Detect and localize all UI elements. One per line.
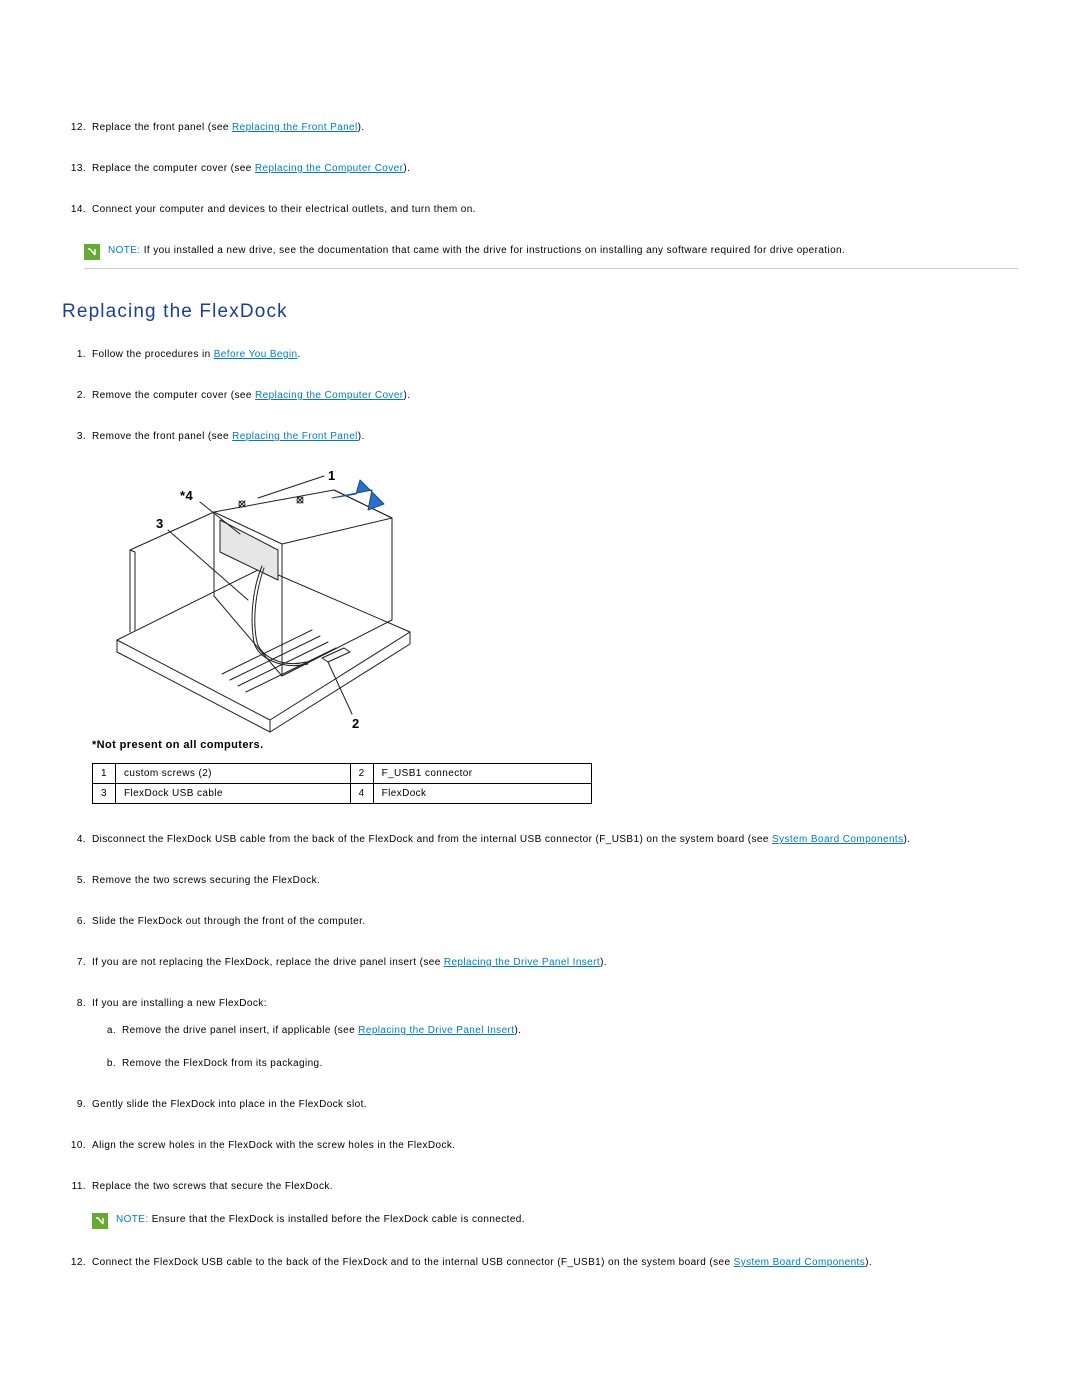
link-replacing-front-panel[interactable]: Replacing the Front Panel [232,122,358,133]
step-number: 4. [62,832,86,847]
step-10: 10. Align the screw holes in the FlexDoc… [62,1138,1018,1153]
step-2: 2. Remove the computer cover (see Replac… [62,388,1018,403]
note-text: NOTE: If you installed a new drive, see … [108,243,845,258]
table-row: 3 FlexDock USB cable 4 FlexDock [93,784,592,804]
step-number: 10. [62,1138,86,1153]
steps-a-list: 1. Follow the procedures in Before You B… [62,347,1018,444]
step-number: 11. [62,1179,86,1194]
substep-text: Remove the FlexDock from its packaging. [122,1058,323,1069]
note-icon [92,1213,108,1229]
section-title: Replacing the FlexDock [62,301,1018,323]
step-number: 14. [62,202,86,217]
document-page: 12. Replace the front panel (see Replaci… [0,0,1080,1397]
step-number: 9. [62,1097,86,1112]
step-text: Replace the computer cover (see Replacin… [92,163,410,174]
step-number: 12. [62,120,86,135]
substep-letter: a. [92,1023,116,1038]
step-8: 8. If you are installing a new FlexDock:… [62,996,1018,1071]
cell-label: FlexDock [373,784,591,804]
link-system-board-components[interactable]: System Board Components [734,1257,865,1268]
cell-num: 3 [93,784,116,804]
step-number: 8. [62,996,86,1011]
step-text: If you are installing a new FlexDock: [92,998,267,1009]
diagram-svg: 1 2 3 *4 [92,470,432,735]
link-replacing-computer-cover[interactable]: Replacing the Computer Cover [255,390,404,401]
note-text: NOTE: Ensure that the FlexDock is instal… [116,1212,525,1227]
svg-text:2: 2 [352,716,360,731]
substep-text: Remove the drive panel insert, if applic… [122,1025,521,1036]
steps-b-list: 4. Disconnect the FlexDock USB cable fro… [62,832,1018,1270]
step-text: Slide the FlexDock out through the front… [92,916,366,927]
step-6: 6. Slide the FlexDock out through the fr… [62,914,1018,929]
svg-text:*4: *4 [180,488,193,503]
step-number: 5. [62,873,86,888]
step-4: 4. Disconnect the FlexDock USB cable fro… [62,832,1018,847]
svg-text:1: 1 [328,470,336,483]
step-text: Remove the front panel (see Replacing th… [92,431,365,442]
step-text: Remove the computer cover (see Replacing… [92,390,410,401]
svg-text:3: 3 [156,516,164,531]
step-number: 6. [62,914,86,929]
step-9: 9. Gently slide the FlexDock into place … [62,1097,1018,1112]
step-number: 2. [62,388,86,403]
substeps-list: a. Remove the drive panel insert, if app… [92,1023,1018,1071]
step-text: Align the screw holes in the FlexDock wi… [92,1140,455,1151]
cell-label: F_USB1 connector [373,764,591,784]
step-number: 12. [62,1255,86,1270]
table-row: 1 custom screws (2) 2 F_USB1 connector [93,764,592,784]
step-14: 14. Connect your computer and devices to… [62,202,1018,217]
step-text: Disconnect the FlexDock USB cable from t… [92,834,910,845]
note-block-2: NOTE: Ensure that the FlexDock is instal… [92,1212,1018,1229]
step-7: 7. If you are not replacing the FlexDock… [62,955,1018,970]
step-1: 1. Follow the procedures in Before You B… [62,347,1018,362]
step-12: 12. Replace the front panel (see Replaci… [62,120,1018,135]
step-text: Replace the front panel (see Replacing t… [92,122,365,133]
step-number: 3. [62,429,86,444]
step-13: 13. Replace the computer cover (see Repl… [62,161,1018,176]
step-text: Connect the FlexDock USB cable to the ba… [92,1257,872,1268]
step-number: 1. [62,347,86,362]
link-system-board-components[interactable]: System Board Components [772,834,903,845]
step-text: If you are not replacing the FlexDock, r… [92,957,607,968]
note-label: NOTE: [116,1214,149,1225]
step-3: 3. Remove the front panel (see Replacing… [62,429,1018,444]
substep-b: b. Remove the FlexDock from its packagin… [92,1056,1018,1071]
cell-num: 2 [350,764,373,784]
step-text: Gently slide the FlexDock into place in … [92,1099,367,1110]
step-text: Remove the two screws securing the FlexD… [92,875,320,886]
step-text: Replace the two screws that secure the F… [92,1181,333,1192]
link-before-you-begin[interactable]: Before You Begin [214,349,298,360]
cell-num: 4 [350,784,373,804]
note-icon [84,244,100,260]
note-block-1: NOTE: If you installed a new drive, see … [84,243,1018,269]
parts-table: 1 custom screws (2) 2 F_USB1 connector 3… [92,763,592,804]
diagram-caption: *Not present on all computers. [92,739,1018,751]
step-5: 5. Remove the two screws securing the Fl… [62,873,1018,888]
cell-label: custom screws (2) [115,764,350,784]
step-number: 7. [62,955,86,970]
step-11: 11. Replace the two screws that secure t… [62,1179,1018,1229]
step-12b: 12. Connect the FlexDock USB cable to th… [62,1255,1018,1270]
step-text: Follow the procedures in Before You Begi… [92,349,301,360]
top-steps-list: 12. Replace the front panel (see Replaci… [62,120,1018,217]
flexdock-diagram: 1 2 3 *4 [92,470,1018,735]
link-replacing-front-panel[interactable]: Replacing the Front Panel [232,431,358,442]
substep-letter: b. [92,1056,116,1071]
cell-num: 1 [93,764,116,784]
step-text: Connect your computer and devices to the… [92,204,476,215]
link-replacing-drive-panel-insert[interactable]: Replacing the Drive Panel Insert [444,957,600,968]
cell-label: FlexDock USB cable [115,784,350,804]
step-number: 13. [62,161,86,176]
link-replacing-computer-cover[interactable]: Replacing the Computer Cover [255,163,404,174]
note-label: NOTE: [108,245,141,256]
link-replacing-drive-panel-insert[interactable]: Replacing the Drive Panel Insert [358,1025,514,1036]
substep-a: a. Remove the drive panel insert, if app… [92,1023,1018,1038]
